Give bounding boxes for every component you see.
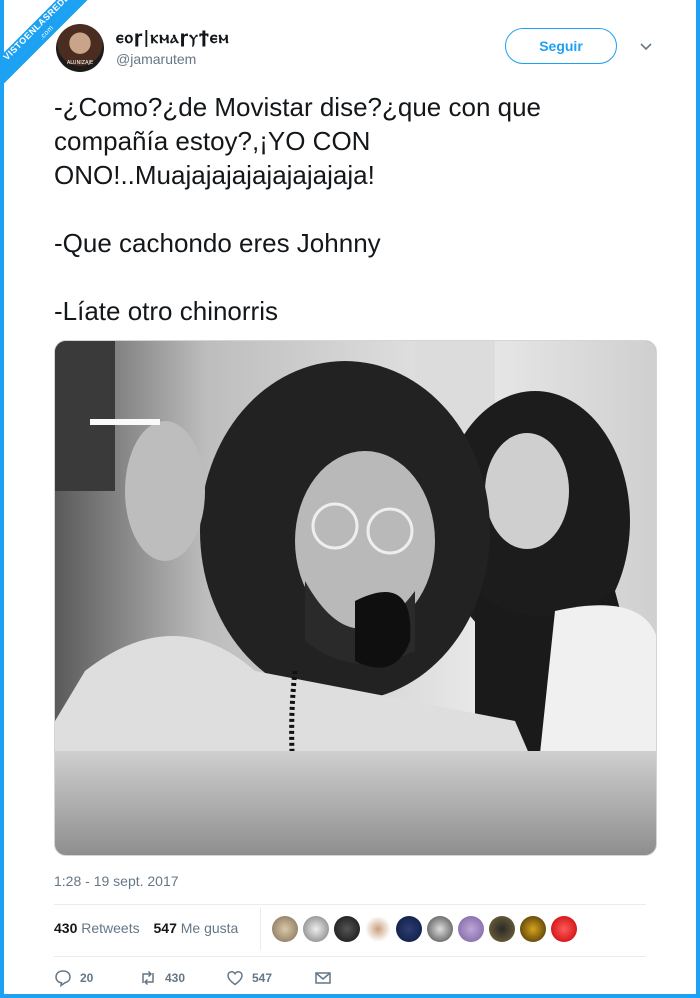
avatar-caption: ALUNIZAJE (66, 60, 94, 66)
tweet-line: -Líate otro chinorris (54, 296, 278, 326)
liker-avatar[interactable] (365, 916, 391, 942)
liker-avatar[interactable] (551, 916, 577, 942)
divider (260, 908, 261, 950)
reply-icon (55, 970, 71, 987)
avatar[interactable]: ALUNIZAJE (56, 24, 104, 72)
likes-count: 547 (153, 920, 177, 936)
liker-avatar[interactable] (520, 916, 546, 942)
tweet-card: VISTOENLASREDES .com ALUNIZAJE ⲉⲟɼ|ⲕⲙⲁɼⲩ… (0, 0, 700, 998)
likes-label: Me gusta (180, 920, 239, 936)
liker-avatar[interactable] (458, 916, 484, 942)
liker-avatar[interactable] (303, 916, 329, 942)
liker-avatar[interactable] (334, 916, 360, 942)
retweet-count: 430 (165, 971, 186, 985)
retweets-stat[interactable]: 430 Retweets (54, 920, 140, 936)
liker-avatar[interactable] (272, 916, 298, 942)
tweet-line: -Que cachondo eres Johnny (54, 228, 381, 258)
reply-action[interactable]: 20 (54, 969, 93, 987)
chevron-down-icon[interactable] (638, 38, 654, 54)
likes-stat[interactable]: 547 Me gusta (154, 920, 239, 936)
tweet-line: -¿Como?¿de Movistar dise?¿que con que co… (54, 92, 542, 190)
retweets-label: Retweets (81, 920, 140, 936)
message-action[interactable] (314, 969, 332, 987)
divider (54, 904, 646, 905)
bed-photo-illustration (55, 341, 656, 855)
tweet-stats: 430 Retweets 547 Me gusta (54, 920, 248, 936)
liker-avatar[interactable] (489, 916, 515, 942)
tweet-timestamp[interactable]: 1:28 - 19 sept. 2017 (54, 873, 179, 889)
retweet-icon (142, 970, 154, 986)
like-action[interactable]: 547 (226, 969, 272, 987)
display-name[interactable]: ⲉⲟɼ|ⲕⲙⲁɼⲩϯⲉⲙ (116, 28, 229, 48)
liker-avatar[interactable] (396, 916, 422, 942)
retweets-count: 430 (54, 920, 78, 936)
liker-avatars (272, 916, 582, 942)
retweet-action[interactable]: 430 (139, 969, 185, 987)
tweet-text: -¿Como?¿de Movistar dise?¿que con que co… (54, 90, 654, 328)
reply-count: 20 (80, 971, 94, 985)
like-count: 547 (252, 971, 273, 985)
user-handle[interactable]: @jamarutem (116, 51, 196, 67)
liker-avatar[interactable] (427, 916, 453, 942)
tweet-photo[interactable] (54, 340, 657, 856)
heart-icon (227, 970, 243, 986)
divider (54, 956, 646, 957)
follow-button[interactable]: Seguir (505, 28, 617, 64)
envelope-icon (315, 972, 331, 984)
